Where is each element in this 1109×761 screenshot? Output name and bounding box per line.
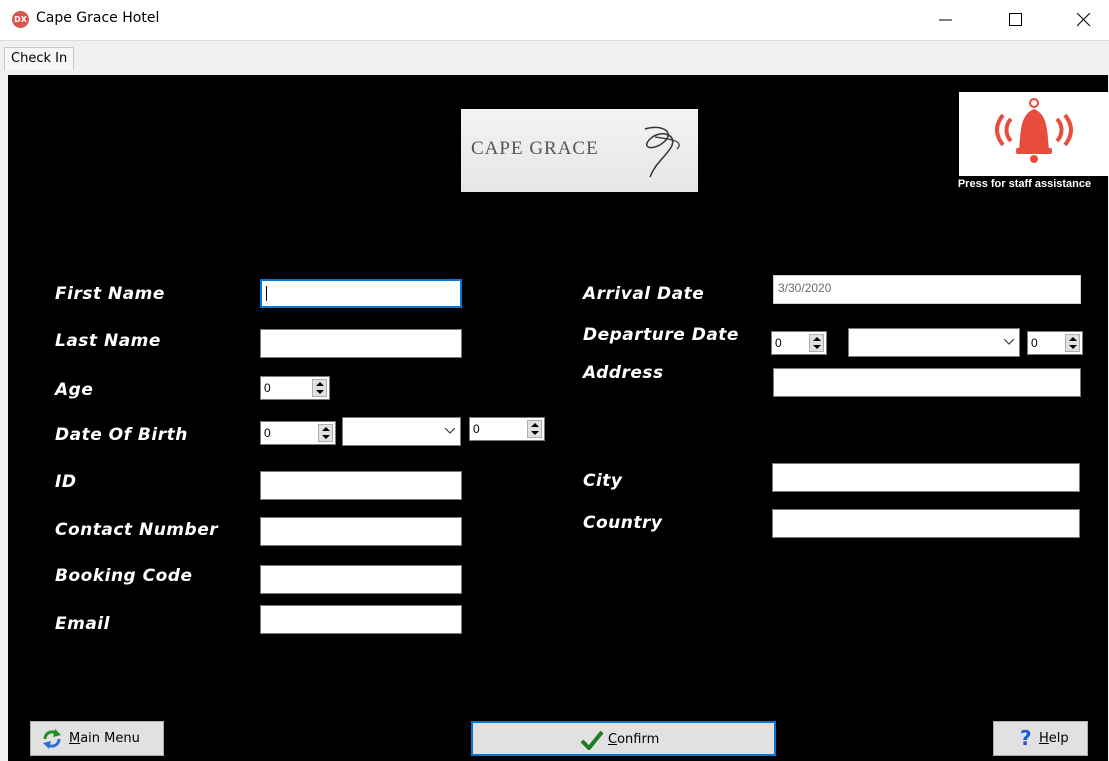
age-label: Age [55,380,94,400]
city-label: City [583,471,623,491]
email-label: Email [55,614,110,634]
minimize-button[interactable] [923,0,969,40]
chevron-down-icon [1004,339,1014,345]
chevron-down-icon [445,428,455,434]
spin-up-icon [322,427,330,431]
arrival-date-field: 3/30/2020 [773,275,1081,304]
first-name-label: First Name [55,284,165,304]
last-name-label: Last Name [55,331,161,351]
main-menu-label: Main Menu [69,731,140,746]
alarm-bell-icon [995,98,1073,163]
booking-code-label: Booking Code [55,566,193,586]
country-label: Country [583,513,663,533]
departure-date-label: Departure Date [583,325,739,345]
age-value: 0 [264,381,271,395]
departure-month-dropdown[interactable] [848,328,1020,357]
last-name-field[interactable] [260,329,462,358]
email-field[interactable] [260,605,462,634]
signature-icon [644,126,680,178]
maximize-button[interactable] [993,0,1039,40]
booking-code-field[interactable] [260,565,462,594]
help-button[interactable]: ? Help [993,721,1088,756]
help-icon: ? [1020,726,1032,750]
contact-number-label: Contact Number [55,520,219,540]
maximize-icon [1009,13,1022,26]
id-field[interactable] [260,471,462,500]
confirm-button[interactable]: Confirm [471,721,776,756]
country-field[interactable] [772,509,1080,538]
dob-month-dropdown[interactable] [342,417,461,446]
departure-year-spin-buttons[interactable] [1065,334,1080,352]
departure-day-value: 0 [775,336,782,350]
dob-year-value: 0 [473,422,480,436]
age-spinner[interactable]: 0 [260,376,330,400]
dob-day-spinner[interactable]: 0 [260,421,336,445]
minimize-icon [939,19,952,21]
dob-year-spin-buttons[interactable] [527,420,542,438]
staff-assistance-button[interactable] [959,92,1109,176]
help-label: Help [1039,731,1069,746]
contact-number-field[interactable] [260,517,462,546]
text-caret [266,286,267,301]
departure-day-spin-buttons[interactable] [809,334,824,352]
departure-day-spinner[interactable]: 0 [771,331,827,355]
check-in-panel: CAPE GRACE Press for staff assistance Fi… [8,75,1109,761]
spin-up-icon [1069,337,1077,341]
hotel-logo: CAPE GRACE [461,109,698,192]
age-spin-buttons[interactable] [312,379,327,397]
address-field[interactable] [773,368,1081,397]
close-window-button[interactable] [1061,0,1107,40]
address-label: Address [583,363,664,383]
tab-bar: Check In [0,40,1109,70]
spin-down-icon [531,431,539,435]
assistance-caption: Press for staff assistance [957,178,1092,190]
main-menu-button[interactable]: Main Menu [30,721,164,756]
tab-check-in[interactable]: Check In [4,47,75,70]
spin-down-icon [322,435,330,439]
departure-year-spinner[interactable]: 0 [1027,331,1083,355]
close-icon [1077,13,1091,27]
id-label: ID [55,472,77,492]
departure-year-value: 0 [1031,336,1038,350]
arrival-date-label: Arrival Date [583,284,705,304]
first-name-field[interactable] [260,279,462,308]
refresh-icon [43,729,61,749]
spin-down-icon [316,390,324,394]
app-icon: DX [12,11,29,28]
spin-up-icon [813,337,821,341]
dob-year-spinner[interactable]: 0 [469,417,545,441]
checkmark-icon [580,730,604,750]
dob-label: Date Of Birth [55,425,188,445]
dob-day-value: 0 [264,426,271,440]
dob-day-spin-buttons[interactable] [318,424,333,442]
window-title: Cape Grace Hotel [36,10,160,26]
spin-up-icon [316,382,324,386]
spin-down-icon [1069,345,1077,349]
city-field[interactable] [772,463,1080,492]
title-bar: DX Cape Grace Hotel [0,0,1109,40]
confirm-label: Confirm [608,732,660,747]
spin-up-icon [531,423,539,427]
logo-text: CAPE GRACE [471,138,599,159]
spin-down-icon [813,345,821,349]
